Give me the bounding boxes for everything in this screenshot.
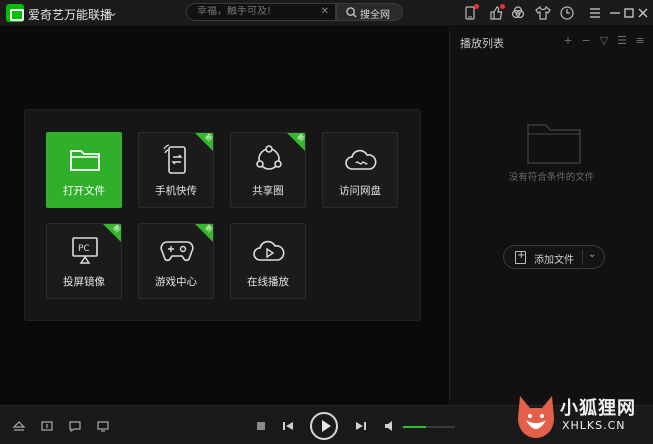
search-icon	[346, 7, 357, 18]
gamepad-icon	[159, 234, 195, 266]
history-clock-icon[interactable]	[559, 5, 575, 21]
playlist-panel: 播放列表 +−▽ ☰ ≡ 没有符合条件的文件 添加文件 ⌄	[449, 27, 653, 405]
notification-dot	[500, 4, 505, 9]
stop-icon[interactable]	[254, 419, 268, 433]
app-logo-icon	[6, 4, 24, 22]
tile-online-play[interactable]: 在线播放	[230, 223, 306, 299]
cloud-play-icon	[251, 234, 287, 266]
volume-icon[interactable]	[383, 419, 397, 433]
tile-label: 投屏镜像	[63, 276, 105, 288]
cloud-icon	[343, 143, 379, 175]
empty-playlist-text: 没有符合条件的文件	[508, 172, 595, 183]
title-bar: 爱奇艺万能联播 ⌄ ✕ 搜全网	[0, 0, 653, 26]
thumbs-up-icon[interactable]	[488, 4, 505, 21]
close-icon[interactable]	[634, 4, 652, 22]
playlist-add-icon[interactable]: +	[561, 34, 575, 47]
playlist-actions: + − ▽ ☰ ≡	[557, 34, 647, 47]
tile-label: 游戏中心	[155, 276, 197, 288]
phone-transfer-icon	[159, 143, 195, 175]
volume-slider[interactable]	[403, 426, 455, 428]
screen-cast-icon[interactable]	[96, 419, 110, 433]
tile-open-file[interactable]: 打开文件	[46, 132, 122, 208]
skin-icon[interactable]	[510, 5, 526, 21]
share-circle-icon	[251, 143, 287, 175]
tile-game-center[interactable]: 新 游戏中心	[138, 223, 214, 299]
tile-label: 访问网盘	[339, 185, 381, 197]
watermark-url: XHLKS.CN	[562, 419, 626, 432]
play-button[interactable]	[310, 412, 338, 440]
add-file-icon	[515, 250, 526, 264]
svg-text:PC: PC	[78, 244, 90, 254]
playlist-title: 播放列表	[460, 37, 504, 50]
shirt-icon[interactable]	[535, 5, 551, 21]
function-panel: 打开文件 新 手机快传 新 共享圈 访问网盘 新 PC 投屏镜像 新 游戏中心 …	[24, 109, 421, 321]
playlist-menu-icon[interactable]: ≡	[633, 34, 647, 47]
tile-label: 手机快传	[155, 185, 197, 197]
add-file-separator	[582, 250, 583, 265]
search-box: ✕	[186, 3, 336, 21]
add-file-dropdown-chevron-down-icon[interactable]: ⌄	[588, 249, 596, 260]
next-icon[interactable]	[354, 419, 368, 433]
eject-icon[interactable]	[12, 419, 26, 433]
tile-label: 共享圈	[252, 185, 284, 197]
previous-icon[interactable]	[281, 419, 295, 433]
menu-icon[interactable]	[586, 4, 604, 22]
tile-cloud-drive[interactable]: 访问网盘	[322, 132, 398, 208]
main-area: 打开文件 新 手机快传 新 共享圈 访问网盘 新 PC 投屏镜像 新 游戏中心 …	[0, 27, 449, 405]
app-menu-chevron-down-icon[interactable]: ⌄	[108, 5, 118, 19]
playlist-filter-icon[interactable]: ▽	[597, 34, 611, 47]
tile-share-circle[interactable]: 新 共享圈	[230, 132, 306, 208]
fox-logo-icon	[518, 396, 554, 438]
phone-transfer-icon[interactable]	[462, 4, 479, 21]
search-input[interactable]	[197, 6, 317, 17]
folder-icon	[67, 143, 103, 175]
watermark-text: 小狐狸网	[560, 398, 636, 419]
search-button-label: 搜全网	[360, 10, 390, 21]
watermark: 小狐狸网 XHLKS.CN	[512, 388, 653, 444]
empty-folder-icon	[526, 121, 582, 165]
pc-mirror-icon: PC	[67, 234, 103, 266]
playlist-list-view-icon[interactable]: ☰	[615, 34, 629, 47]
playlist-remove-icon[interactable]: −	[579, 34, 593, 47]
volume-slider-fill	[403, 426, 427, 428]
tile-phone-transfer[interactable]: 新 手机快传	[138, 132, 214, 208]
add-file-button[interactable]: 添加文件 ⌄	[503, 245, 605, 269]
search-clear-icon[interactable]: ✕	[321, 6, 329, 17]
search-button[interactable]: 搜全网	[336, 3, 403, 21]
subtitle-icon[interactable]	[40, 419, 54, 433]
tile-label: 在线播放	[247, 276, 289, 288]
app-title: 爱奇艺万能联播	[28, 8, 113, 22]
tile-screen-mirror[interactable]: 新 PC 投屏镜像	[46, 223, 122, 299]
chat-bubble-icon[interactable]	[68, 419, 82, 433]
tile-label: 打开文件	[63, 185, 105, 197]
notification-dot	[474, 4, 479, 9]
add-file-label: 添加文件	[534, 255, 574, 266]
